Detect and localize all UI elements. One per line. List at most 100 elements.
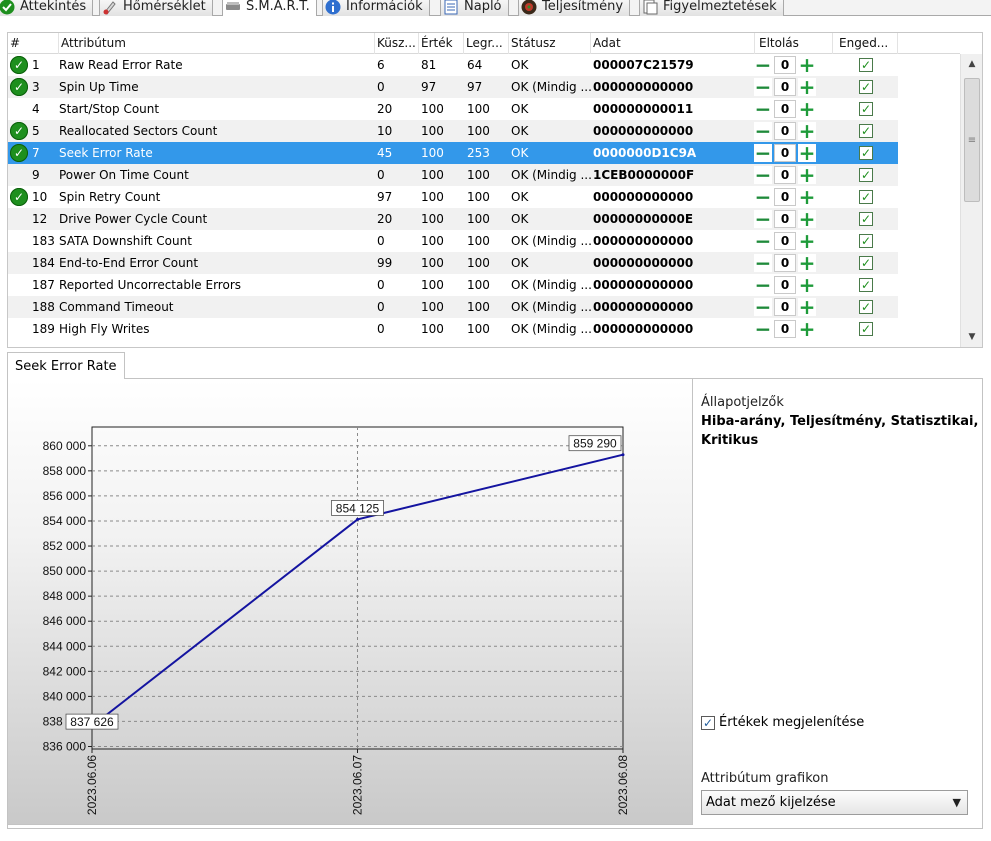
- enabled-checkbox[interactable]: ✓: [859, 58, 873, 72]
- offset-stepper[interactable]: −0 +: [754, 253, 820, 273]
- enabled-checkbox[interactable]: ✓: [859, 300, 873, 314]
- tab-smart[interactable]: S.M.A.R.T.: [222, 0, 317, 16]
- scroll-thumb[interactable]: ≡: [964, 78, 980, 202]
- plus-icon[interactable]: +: [798, 209, 816, 229]
- show-values-checkbox[interactable]: ✓: [701, 715, 715, 730]
- detail-tab[interactable]: Seek Error Rate: [7, 352, 125, 379]
- table-row[interactable]: 189 High Fly Writes 0 100 100 OK (Mindig ... 0…: [8, 318, 898, 340]
- offset-stepper[interactable]: −0 +: [754, 77, 820, 97]
- minus-icon[interactable]: −: [754, 143, 772, 163]
- table-row[interactable]: 12 Drive Power Cycle Count 20 100 100 OK 00000…: [8, 208, 898, 230]
- plus-icon[interactable]: +: [798, 231, 816, 251]
- enabled-checkbox[interactable]: ✓: [859, 168, 873, 182]
- table-row[interactable]: 9 Power On Time Count 0 100 100 OK (Mindig ..…: [8, 164, 898, 186]
- graph-mode-select[interactable]: Adat mező kijelzése ▼: [701, 790, 968, 815]
- plus-icon[interactable]: +: [798, 143, 816, 163]
- enabled-checkbox[interactable]: ✓: [859, 190, 873, 204]
- offset-value[interactable]: 0: [774, 122, 796, 140]
- offset-value[interactable]: 0: [774, 188, 796, 206]
- offset-value[interactable]: 0: [774, 320, 796, 338]
- offset-stepper[interactable]: −0 +: [754, 231, 820, 251]
- offset-value[interactable]: 0: [774, 144, 796, 162]
- offset-stepper[interactable]: −0 +: [754, 165, 820, 185]
- minus-icon[interactable]: −: [754, 55, 772, 75]
- offset-stepper[interactable]: −0 +: [754, 99, 820, 119]
- minus-icon[interactable]: −: [754, 231, 772, 251]
- minus-icon[interactable]: −: [754, 253, 772, 273]
- offset-value[interactable]: 0: [774, 78, 796, 96]
- offset-value[interactable]: 0: [774, 298, 796, 316]
- plus-icon[interactable]: +: [798, 275, 816, 295]
- offset-value[interactable]: 0: [774, 166, 796, 184]
- table-row[interactable]: ✓ 3 Spin Up Time 0 97 97 OK (Mindig ... 0000000…: [8, 76, 898, 98]
- tab-attekintes[interactable]: Áttekintés: [0, 0, 94, 16]
- col-header-num[interactable]: #: [8, 33, 59, 54]
- table-row[interactable]: ✓ 10 Spin Retry Count 97 100 100 OK 00000000000…: [8, 186, 898, 208]
- table-row[interactable]: ✓ 7 Seek Error Rate 45 100 253 OK 0000000D1C9A −…: [8, 142, 898, 164]
- offset-stepper[interactable]: −0 +: [754, 275, 820, 295]
- offset-value[interactable]: 0: [774, 232, 796, 250]
- offset-value[interactable]: 0: [774, 56, 796, 74]
- minus-icon[interactable]: −: [754, 99, 772, 119]
- enabled-checkbox[interactable]: ✓: [859, 256, 873, 270]
- col-header-value[interactable]: Érték: [419, 33, 464, 54]
- offset-stepper[interactable]: −0 +: [754, 187, 820, 207]
- scroll-up-icon[interactable]: ▲: [961, 54, 982, 74]
- offset-stepper[interactable]: −0 +: [754, 297, 820, 317]
- minus-icon[interactable]: −: [754, 209, 772, 229]
- minus-icon[interactable]: −: [754, 187, 772, 207]
- plus-icon[interactable]: +: [798, 187, 816, 207]
- minus-icon[interactable]: −: [754, 121, 772, 141]
- offset-stepper[interactable]: −0 +: [754, 209, 820, 229]
- table-row[interactable]: 188 Command Timeout 0 100 100 OK (Mindig ... 0…: [8, 296, 898, 318]
- plus-icon[interactable]: +: [798, 253, 816, 273]
- table-row[interactable]: 187 Reported Uncorrectable Errors 0 100 100 O…: [8, 274, 898, 296]
- offset-value[interactable]: 0: [774, 276, 796, 294]
- enabled-checkbox[interactable]: ✓: [859, 124, 873, 138]
- enabled-checkbox[interactable]: ✓: [859, 322, 873, 336]
- table-row[interactable]: ✓ 1 Raw Read Error Rate 6 81 64 OK 000007C21579…: [8, 54, 898, 76]
- col-header-worst[interactable]: Legr...: [464, 33, 509, 54]
- offset-value[interactable]: 0: [774, 254, 796, 272]
- enabled-checkbox[interactable]: ✓: [859, 212, 873, 226]
- col-header-status[interactable]: Státusz: [509, 33, 591, 54]
- plus-icon[interactable]: +: [798, 77, 816, 97]
- plus-icon[interactable]: +: [798, 319, 816, 339]
- enabled-checkbox[interactable]: ✓: [859, 234, 873, 248]
- col-header-offset[interactable]: Eltolás: [755, 33, 833, 54]
- tab-teljesitmeny[interactable]: Teljesítmény: [518, 0, 631, 16]
- minus-icon[interactable]: −: [754, 165, 772, 185]
- enabled-checkbox[interactable]: ✓: [859, 278, 873, 292]
- tab-homerseklet[interactable]: Hőmérséklet: [99, 0, 213, 16]
- plus-icon[interactable]: +: [798, 297, 816, 317]
- col-header-enabled[interactable]: Enged...: [833, 33, 898, 54]
- enabled-checkbox[interactable]: ✓: [859, 146, 873, 160]
- minus-icon[interactable]: −: [754, 77, 772, 97]
- table-row[interactable]: 184 End-to-End Error Count 99 100 100 OK 00000…: [8, 252, 898, 274]
- minus-icon[interactable]: −: [754, 275, 772, 295]
- offset-value[interactable]: 0: [774, 210, 796, 228]
- offset-stepper[interactable]: −0 +: [754, 319, 820, 339]
- show-values-option[interactable]: ✓ Értékek megjelenítése: [701, 715, 864, 730]
- offset-stepper[interactable]: −0 +: [754, 121, 820, 141]
- table-row[interactable]: ✓ 5 Reallocated Sectors Count 10 100 100 OK 000…: [8, 120, 898, 142]
- tab-figyelmeztetesek[interactable]: Figyelmeztetések: [639, 0, 784, 16]
- plus-icon[interactable]: +: [798, 121, 816, 141]
- col-header-threshold[interactable]: Küsz...: [375, 33, 419, 54]
- scroll-down-icon[interactable]: ▼: [961, 327, 982, 347]
- enabled-checkbox[interactable]: ✓: [859, 102, 873, 116]
- col-header-data[interactable]: Adat: [591, 33, 755, 54]
- offset-stepper[interactable]: −0 +: [754, 143, 820, 163]
- table-row[interactable]: 183 SATA Downshift Count 0 100 100 OK (Mindig…: [8, 230, 898, 252]
- minus-icon[interactable]: −: [754, 319, 772, 339]
- tab-naplo[interactable]: Napló: [440, 0, 509, 16]
- col-header-attribute[interactable]: Attribútum: [59, 33, 375, 54]
- tab-informaciok[interactable]: Információk: [322, 0, 430, 16]
- plus-icon[interactable]: +: [798, 55, 816, 75]
- table-scrollbar[interactable]: ▲ ≡ ▼: [960, 54, 982, 347]
- offset-value[interactable]: 0: [774, 100, 796, 118]
- plus-icon[interactable]: +: [798, 99, 816, 119]
- enabled-checkbox[interactable]: ✓: [859, 80, 873, 94]
- offset-stepper[interactable]: −0 +: [754, 55, 820, 75]
- table-row[interactable]: 4 Start/Stop Count 20 100 100 OK 000000000011 −…: [8, 98, 898, 120]
